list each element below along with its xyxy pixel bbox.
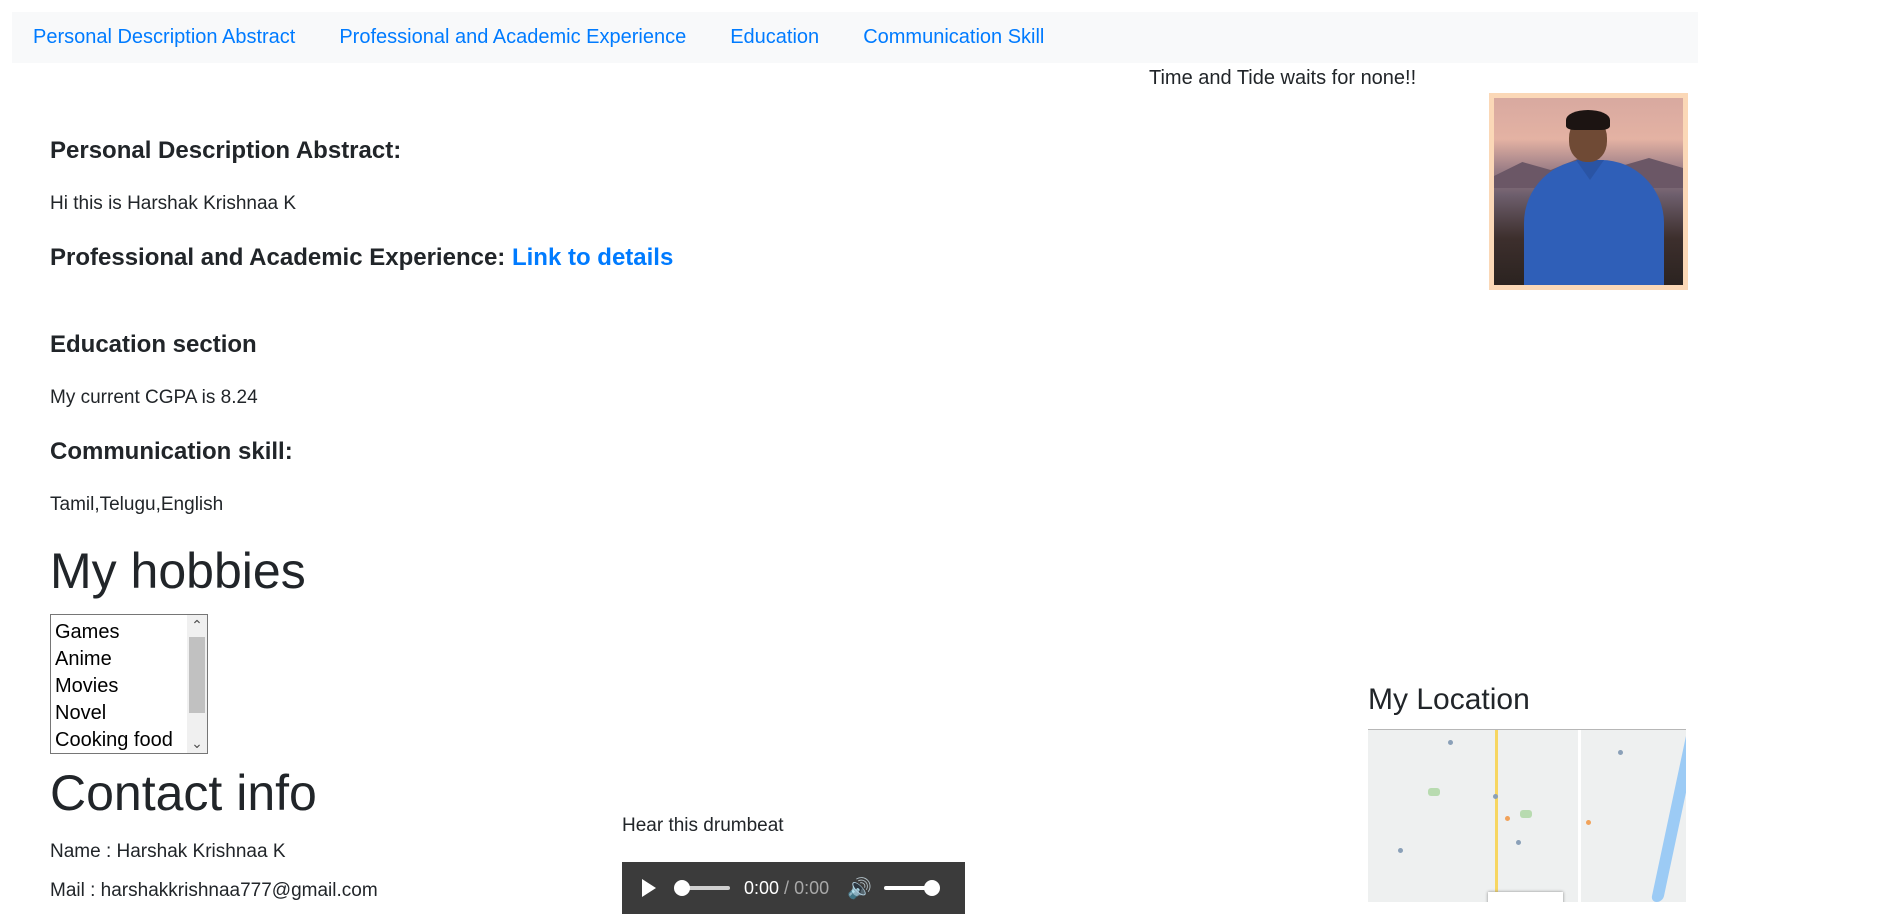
nav-link-personal-description[interactable]: Personal Description Abstract [33, 26, 295, 49]
nav-link-professional-experience[interactable]: Professional and Academic Experience [339, 26, 686, 49]
personal-description-text: Hi this is Harshak Krishnaa K [50, 193, 297, 214]
education-text: My current CGPA is 8.24 [50, 387, 258, 408]
personal-description-heading: Personal Description Abstract: [50, 137, 402, 164]
nav-link-communication-skill[interactable]: Communication Skill [863, 26, 1044, 49]
contact-mail: Mail : harshakkrishnaa777@gmail.com [50, 880, 378, 901]
map-pin-icon [1505, 816, 1510, 821]
volume-icon[interactable]: 🔊 [847, 876, 872, 901]
communication-heading: Communication skill: [50, 438, 293, 465]
hobbies-listbox[interactable]: Games Anime Movies Novel Cooking food ⌃ … [50, 614, 208, 754]
seek-knob[interactable] [674, 880, 690, 896]
hobby-option[interactable]: Anime [51, 646, 186, 673]
hobby-option[interactable]: Movies [51, 673, 186, 700]
hobby-option[interactable]: Cooking food [51, 727, 186, 753]
map-pin-icon [1493, 794, 1498, 799]
profile-photo [1494, 98, 1683, 285]
experience-heading: Professional and Academic Experience: Li… [50, 244, 673, 272]
map-pin-icon [1448, 740, 1453, 745]
time-separator: / [779, 877, 795, 898]
map-pin-icon [1586, 820, 1591, 825]
top-navbar: Personal Description Abstract Profession… [12, 12, 1698, 63]
nav-link-education[interactable]: Education [730, 26, 819, 49]
experience-details-link[interactable]: Link to details [512, 244, 673, 271]
listbox-scrollbar[interactable]: ⌃ ⌄ [187, 615, 207, 753]
communication-text: Tamil,Telugu,English [50, 494, 224, 515]
play-icon[interactable] [642, 879, 656, 897]
location-map[interactable] [1368, 729, 1686, 902]
education-heading: Education section [50, 331, 257, 358]
seek-slider[interactable] [674, 880, 730, 896]
duration: 0:00 [794, 877, 830, 898]
quote-text: Time and Tide waits for none!! [1149, 67, 1417, 89]
scroll-up-icon[interactable]: ⌃ [187, 615, 207, 635]
audio-caption: Hear this drumbeat [622, 815, 784, 836]
map-pin-icon [1398, 848, 1403, 853]
hobby-option[interactable]: Novel [51, 700, 186, 727]
hobbies-heading: My hobbies [50, 543, 306, 599]
map-pin-icon [1618, 750, 1623, 755]
contact-name: Name : Harshak Krishnaa K [50, 841, 286, 862]
volume-slider[interactable] [884, 880, 941, 896]
profile-photo-frame [1489, 93, 1688, 290]
location-heading: My Location [1368, 683, 1530, 716]
map-pin-icon [1516, 840, 1521, 845]
audio-player: 0:00 / 0:00 🔊 [622, 862, 965, 914]
contact-heading: Contact info [50, 765, 317, 821]
current-time: 0:00 [744, 877, 780, 898]
volume-knob[interactable] [924, 880, 941, 896]
scrollbar-thumb[interactable] [189, 637, 205, 713]
hobby-option[interactable]: Games [51, 619, 186, 646]
audio-time: 0:00 / 0:00 [744, 878, 829, 899]
scroll-down-icon[interactable]: ⌄ [187, 733, 207, 753]
experience-heading-label: Professional and Academic Experience: [50, 244, 512, 271]
